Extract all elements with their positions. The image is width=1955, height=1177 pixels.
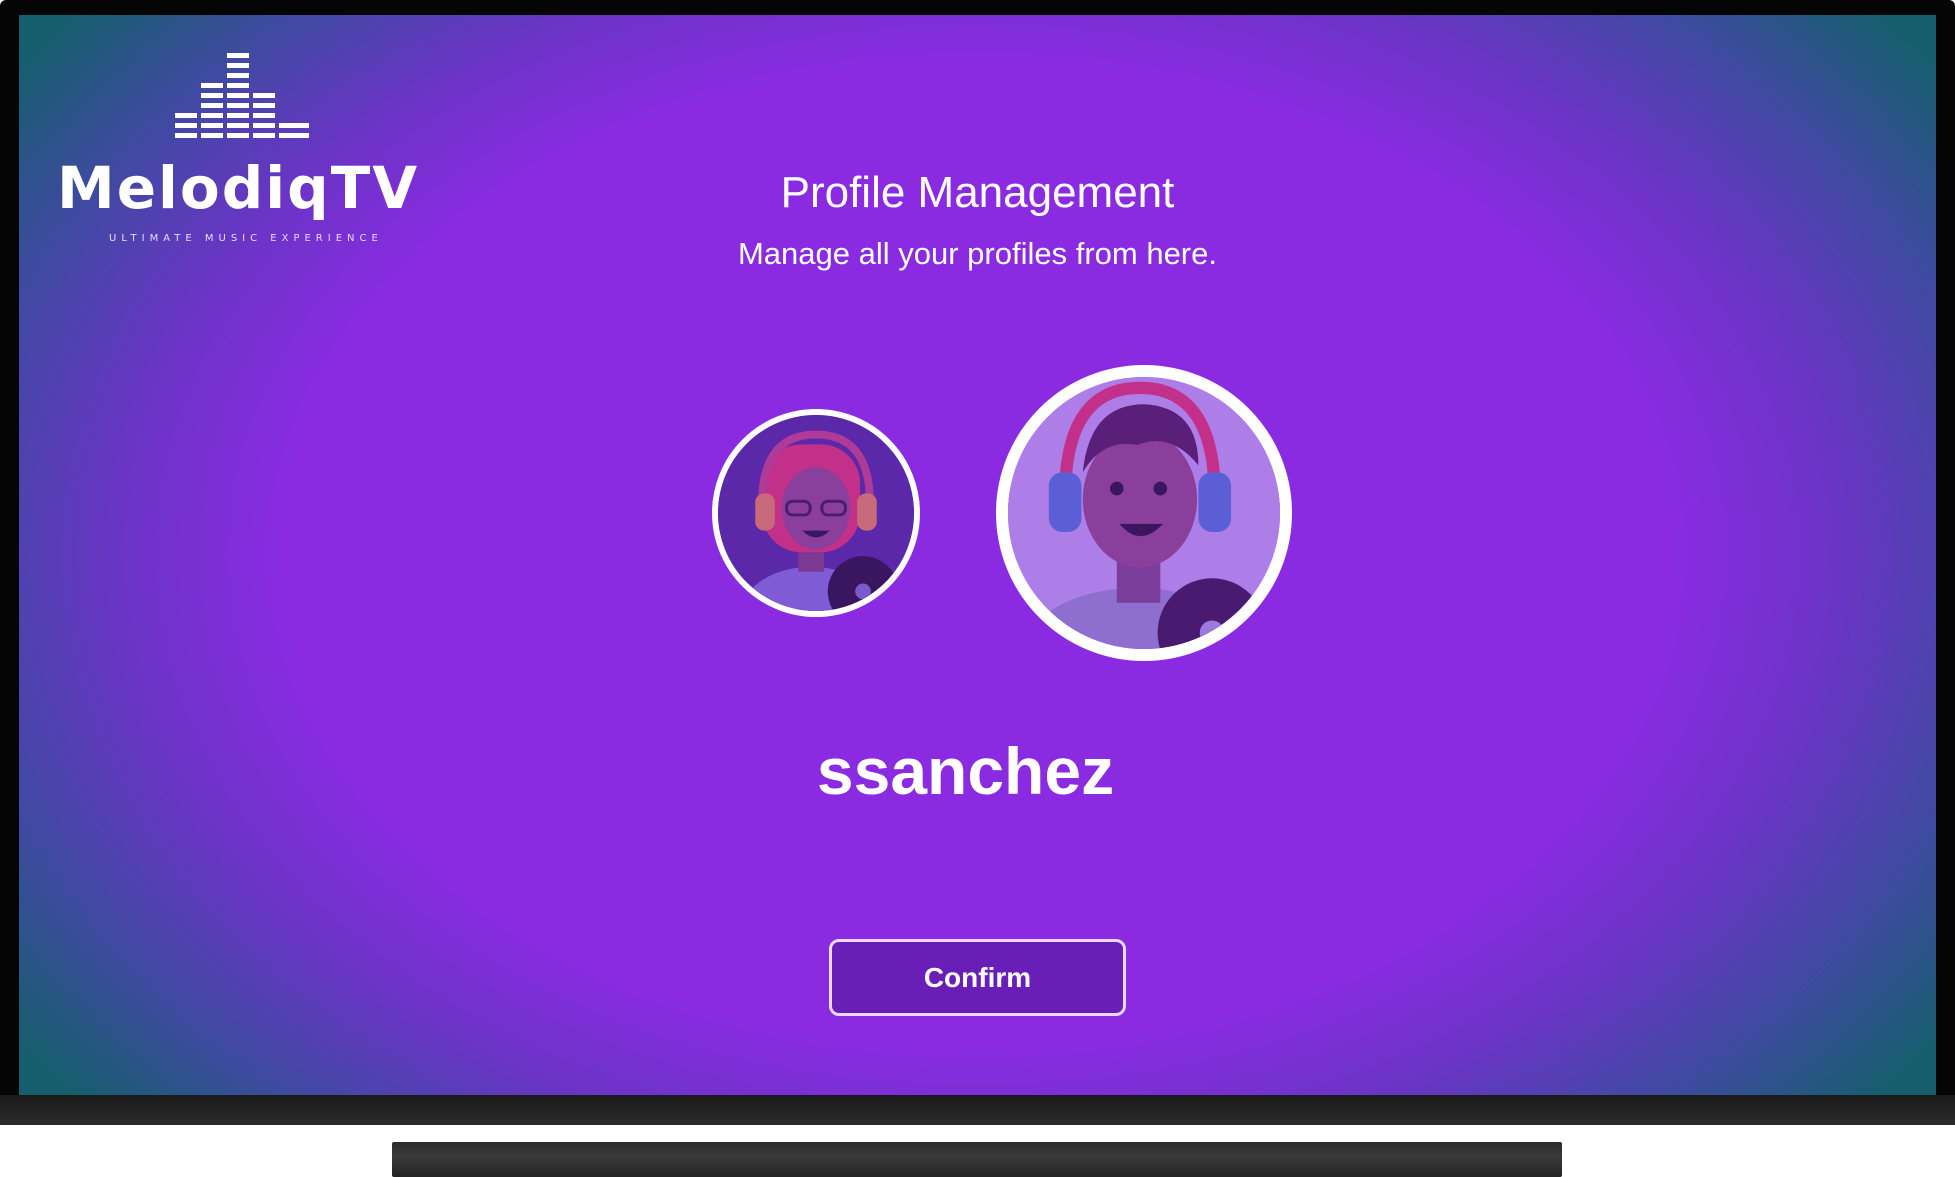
tv-frame: MelodiqTV ULTIMATE MUSIC EXPERIENCE Prof… bbox=[0, 0, 1955, 1177]
pencil-icon[interactable] bbox=[712, 409, 816, 513]
selected-profile-username: ssanchez bbox=[816, 734, 1115, 808]
brand-logo: MelodiqTV ULTIMATE MUSIC EXPERIENCE bbox=[57, 53, 417, 253]
tv-stand bbox=[392, 1142, 1562, 1177]
tv-screen: MelodiqTV ULTIMATE MUSIC EXPERIENCE Prof… bbox=[19, 15, 1936, 1095]
pencil-icon[interactable] bbox=[996, 365, 1144, 513]
profile-avatar-2-selected[interactable] bbox=[996, 365, 1292, 661]
profile-avatar-1[interactable] bbox=[712, 409, 920, 617]
page-subtitle: Manage all your profiles from here. bbox=[737, 236, 1217, 271]
confirm-button[interactable]: Confirm bbox=[829, 939, 1126, 1016]
page-title: Profile Management bbox=[780, 168, 1175, 217]
equalizer-bars-icon bbox=[175, 53, 309, 138]
tv-bezel-bottom bbox=[0, 1095, 1955, 1125]
